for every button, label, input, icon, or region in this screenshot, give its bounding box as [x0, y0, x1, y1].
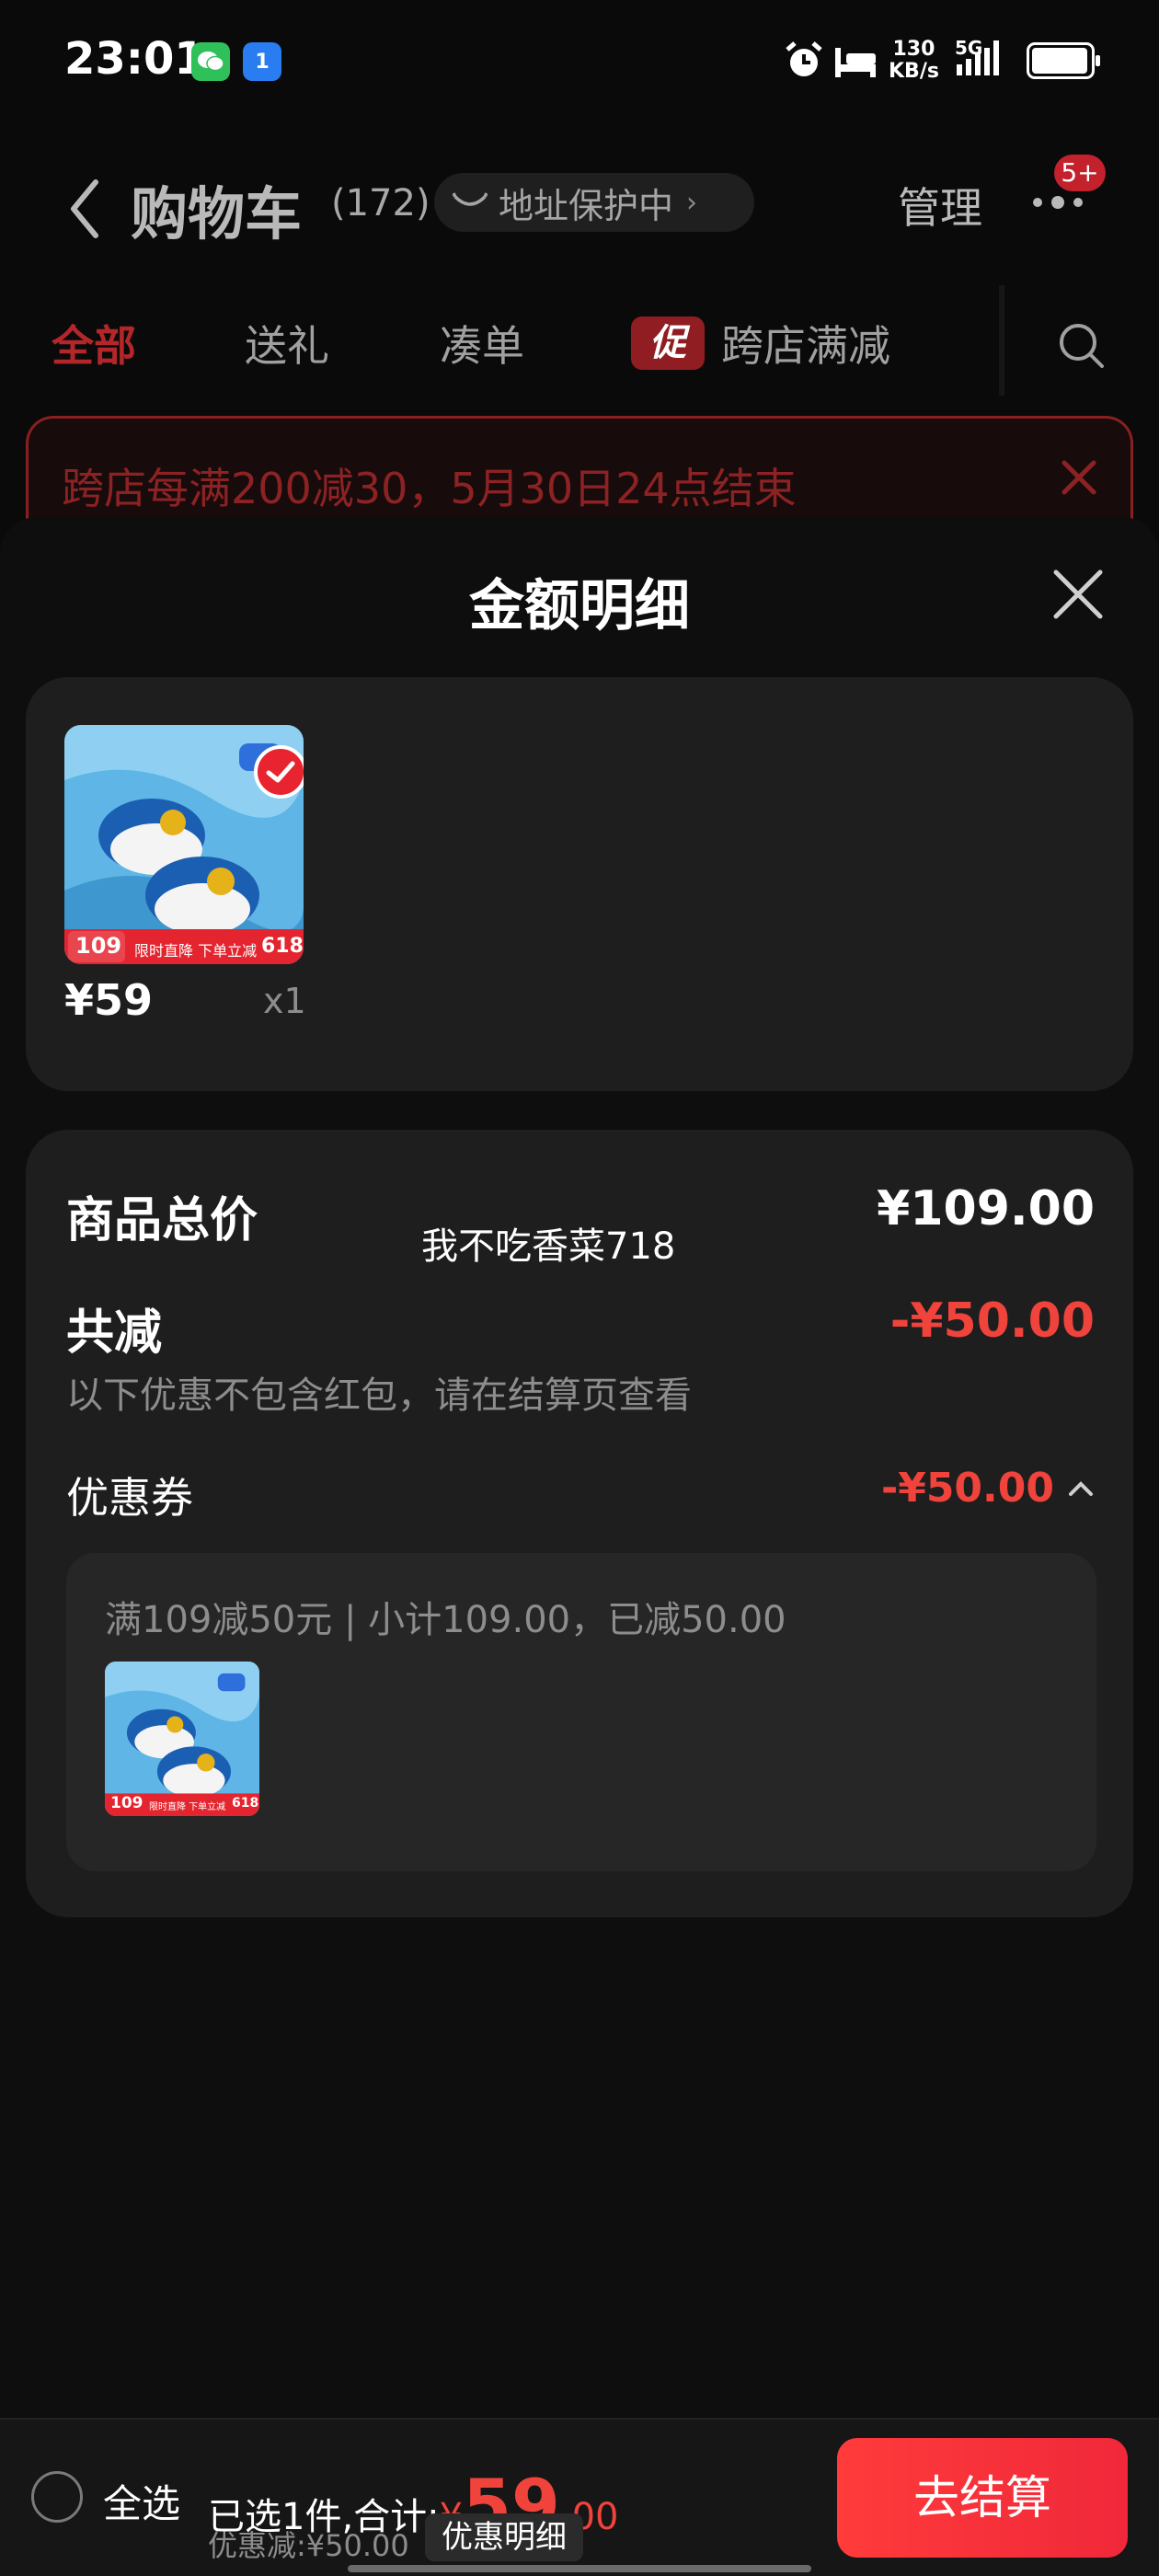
product-quantity: x1	[263, 981, 306, 1021]
total-price-label: 商品总价	[66, 1193, 258, 1248]
product-card: 109 限时直降 下单立减 618 ¥59 x1	[26, 677, 1133, 1091]
chevron-right-icon: ›	[686, 186, 698, 219]
total-price-value: ¥109.00	[877, 1181, 1095, 1236]
total-discount-label: 共减	[66, 1305, 163, 1361]
coupon-product-thumbnail: 109 限时直降 下单立减 618	[105, 1662, 259, 1816]
amount-detail-sheet: 金额明细 109 限时直降 下单立减 618 ¥59 x1 商品总价 我不吃香菜…	[0, 517, 1159, 2576]
mask-icon	[453, 192, 488, 206]
product-price: ¥59	[64, 975, 154, 1025]
hotspot-badge-count: 1	[255, 50, 270, 74]
battery-icon	[1027, 42, 1100, 79]
thumbnail-caption: 限时直降 下单立减	[149, 1802, 226, 1812]
price-summary-card: 商品总价 我不吃香菜718 ¥109.00 共减 -¥50.00 以下优惠不包含…	[26, 1130, 1133, 1917]
discount-detail-button[interactable]: 优惠明细	[425, 2513, 583, 2561]
saved-amount: 优惠减:¥50.00	[208, 2528, 409, 2563]
tab-cross-store-discount-label: 跨店满减	[721, 321, 890, 371]
thumbnail-618-tag: 618	[261, 935, 304, 958]
tab-gift[interactable]: 送礼	[245, 313, 329, 374]
page-title: 购物车	[131, 180, 303, 247]
thumbnail-price-tag: 109	[110, 1794, 143, 1812]
sleep-icon	[835, 48, 876, 77]
close-icon[interactable]	[1059, 457, 1099, 498]
header: 购物车 (172) 地址保护中 › 管理	[0, 147, 1159, 258]
alarm-icon	[786, 41, 822, 76]
manage-button[interactable]: 管理	[898, 175, 982, 236]
thumbnail-caption: 限时直降 下单立减	[134, 942, 258, 960]
thumbnail-price-tag: 109	[75, 933, 122, 959]
home-indicator[interactable]	[348, 2565, 811, 2572]
promo-banner: 跨店每满200减30，5月30日24点结束	[26, 416, 1133, 526]
signal-icon: 5G	[953, 37, 1014, 81]
coupon-value: -¥50.00	[880, 1465, 1054, 1512]
network-speed-unit: KB/s	[889, 60, 939, 83]
address-protection-pill[interactable]: 地址保护中 ›	[434, 173, 754, 232]
close-icon[interactable]	[1050, 567, 1106, 622]
username-watermark: 我不吃香菜718	[421, 1225, 676, 1268]
hotspot-icon: 1	[243, 42, 281, 81]
chevron-up-icon	[1069, 1480, 1093, 1496]
sheet-title: 金额明细	[469, 574, 690, 638]
product-thumbnail[interactable]: 109 限时直降 下单立减 618	[64, 725, 304, 964]
coupon-description: 满109减50元 | 小计109.00，已减50.00	[105, 1599, 786, 1641]
status-bar: 23:01 1 130 KB/s 5G	[0, 0, 1159, 129]
coupon-detail-box: 满109减50元 | 小计109.00，已减50.00 109 限时直降 下单立…	[66, 1553, 1096, 1871]
promo-tag: 促	[631, 316, 705, 370]
wechat-icon	[191, 42, 230, 81]
back-icon[interactable]	[66, 177, 103, 241]
thumbnail-618-tag: 618	[232, 1796, 259, 1811]
network-speed: 130 KB/s	[889, 39, 939, 83]
select-all-label[interactable]: 全选	[103, 2473, 180, 2529]
search-icon[interactable]	[1058, 322, 1106, 370]
checkout-bar: 全选 已选1件,合计: ¥ 59 .00 优惠减:¥50.00 优惠明细 去结算	[0, 2418, 1159, 2576]
discount-note: 以下优惠不包含红包，请在结算页查看	[66, 1374, 692, 1417]
tab-cross-store-discount[interactable]: 促 跨店满减	[631, 313, 890, 374]
coupon-label: 优惠券	[66, 1473, 193, 1523]
checkout-button[interactable]: 去结算	[837, 2438, 1128, 2558]
tab-bar: 全部 送礼 凑单 促 跨店满减	[0, 276, 1159, 414]
promo-banner-text: 跨店每满200减30，5月30日24点结束	[62, 464, 797, 513]
status-time: 23:01	[64, 33, 205, 85]
more-badge: 5+	[1054, 155, 1106, 191]
coupon-toggle[interactable]: -¥50.00	[881, 1465, 1095, 1512]
network-speed-value: 130	[892, 38, 935, 61]
total-discount-value: -¥50.00	[889, 1294, 1095, 1349]
divider	[999, 285, 1004, 396]
tab-bundle[interactable]: 凑单	[440, 313, 524, 374]
cart-count: (172)	[331, 182, 430, 224]
select-all-radio[interactable]	[31, 2471, 83, 2523]
tab-all[interactable]: 全部	[52, 313, 136, 374]
address-protection-label: 地址保护中	[499, 185, 674, 226]
selected-check-icon[interactable]	[254, 745, 304, 799]
